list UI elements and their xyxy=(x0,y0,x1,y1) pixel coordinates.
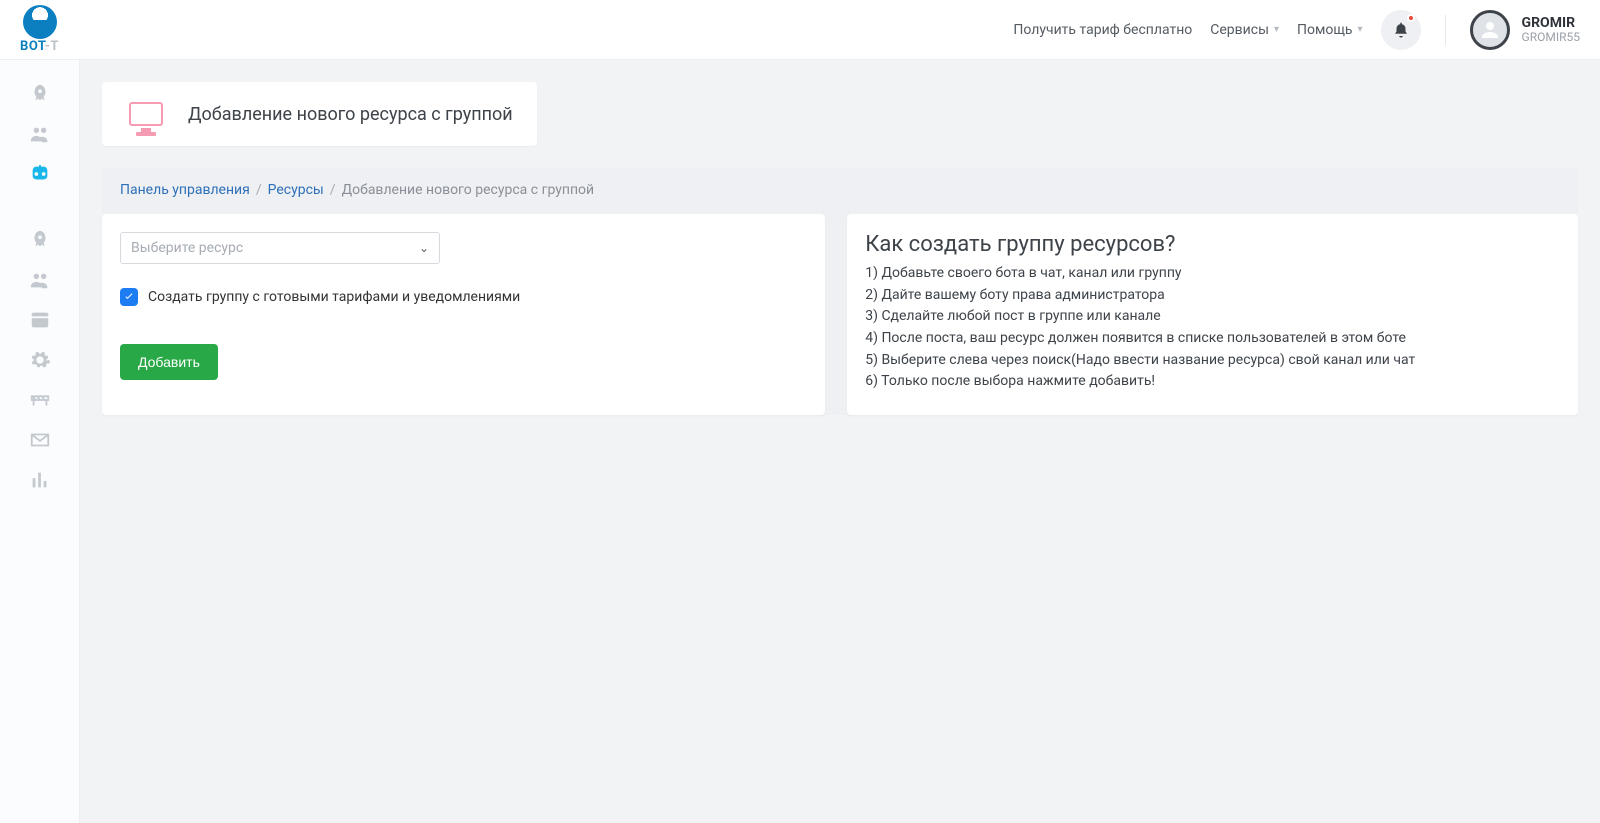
breadcrumb-sep: / xyxy=(256,182,262,198)
users-icon xyxy=(29,123,51,145)
chevron-down-icon: ⌄ xyxy=(419,241,429,255)
topbar-separator xyxy=(1445,15,1446,45)
users-icon xyxy=(29,269,51,291)
sidebar-item-barrier[interactable] xyxy=(0,380,79,420)
breadcrumb-dashboard[interactable]: Панель управления xyxy=(120,182,250,198)
help-title: Как создать группу ресурсов? xyxy=(865,232,1560,257)
mail-icon xyxy=(29,429,51,451)
topbar: Получить тариф бесплатно Сервисы ▾ Помощ… xyxy=(80,0,1600,60)
rocket-icon xyxy=(29,83,51,105)
page-title: Добавление нового ресурса с группой xyxy=(188,104,513,125)
gear-icon xyxy=(29,349,51,371)
help-step-4: 4) После поста, ваш ресурс должен появит… xyxy=(865,328,1560,350)
help-step-5: 5) Выберите слева через поиск(Надо ввест… xyxy=(865,350,1560,372)
brand-logo-text: BOT-T xyxy=(20,39,59,54)
panel-area: Панель управления / Ресурсы / Добавление… xyxy=(102,168,1578,415)
notifications-button[interactable] xyxy=(1381,10,1421,50)
sidebar-item-users-2[interactable] xyxy=(0,260,79,300)
notification-dot xyxy=(1407,14,1415,22)
bell-icon xyxy=(1392,21,1410,39)
rocket-icon xyxy=(29,229,51,251)
topbar-link-services[interactable]: Сервисы ▾ xyxy=(1210,22,1279,38)
breadcrumb: Панель управления / Ресурсы / Добавление… xyxy=(102,168,1578,214)
sidebar-item-rocket-2[interactable] xyxy=(0,220,79,260)
form-card: Выберите ресурс ⌄ Создать группу с готов… xyxy=(102,214,825,415)
create-group-checkbox-row[interactable]: Создать группу с готовыми тарифами и уве… xyxy=(120,288,807,306)
topbar-help-label: Помощь xyxy=(1297,22,1353,38)
sidebar-item-bot[interactable] xyxy=(0,154,79,194)
create-group-checkbox-label: Создать группу с готовыми тарифами и уве… xyxy=(148,289,520,305)
breadcrumb-current: Добавление нового ресурса с группой xyxy=(342,182,595,198)
chevron-down-icon: ▾ xyxy=(1358,24,1363,35)
sidebar-item-settings[interactable] xyxy=(0,340,79,380)
topbar-services-label: Сервисы xyxy=(1210,22,1269,38)
brand-logo-icon xyxy=(23,5,57,39)
user-icon xyxy=(1478,18,1502,42)
sidebar-item-card[interactable] xyxy=(0,300,79,340)
monitor-icon xyxy=(126,94,166,134)
bar-chart-icon xyxy=(29,469,51,491)
add-button[interactable]: Добавить xyxy=(120,344,218,380)
brand-logo[interactable]: BOT-T xyxy=(0,0,80,60)
sidebar-nav xyxy=(0,60,79,500)
topbar-link-help[interactable]: Помощь ▾ xyxy=(1297,22,1363,38)
create-group-checkbox[interactable] xyxy=(120,288,138,306)
breadcrumb-resources[interactable]: Ресурсы xyxy=(268,182,324,198)
barrier-icon xyxy=(29,389,51,411)
user-name: GROMIR xyxy=(1522,15,1580,31)
resource-select[interactable]: Выберите ресурс ⌄ xyxy=(120,232,440,264)
help-step-6: 6) Только после выбора нажмите добавить! xyxy=(865,371,1560,393)
user-login: GROMIR55 xyxy=(1522,31,1580,45)
bot-icon xyxy=(29,163,51,185)
help-step-2: 2) Дайте вашему боту права администратор… xyxy=(865,285,1560,307)
chevron-down-icon: ▾ xyxy=(1274,24,1279,35)
sidebar-item-mail[interactable] xyxy=(0,420,79,460)
sidebar-item-stats[interactable] xyxy=(0,460,79,500)
topbar-link-free-tariff[interactable]: Получить тариф бесплатно xyxy=(1013,22,1192,38)
resource-select-placeholder: Выберите ресурс xyxy=(131,240,243,256)
sidebar: BOT-T xyxy=(0,0,80,823)
avatar xyxy=(1470,10,1510,50)
page-title-card: Добавление нового ресурса с группой xyxy=(102,82,537,146)
help-step-3: 3) Сделайте любой пост в группе или кана… xyxy=(865,306,1560,328)
credit-card-icon xyxy=(29,309,51,331)
help-steps: 1) Добавьте своего бота в чат, канал или… xyxy=(865,263,1560,393)
sidebar-item-users[interactable] xyxy=(0,114,79,154)
help-card: Как создать группу ресурсов? 1) Добавьте… xyxy=(847,214,1578,415)
content: Добавление нового ресурса с группой Пане… xyxy=(80,60,1600,437)
breadcrumb-sep: / xyxy=(330,182,336,198)
user-menu[interactable]: GROMIR GROMIR55 xyxy=(1470,10,1580,50)
sidebar-item-rocket[interactable] xyxy=(0,74,79,114)
check-icon xyxy=(123,291,135,303)
help-step-1: 1) Добавьте своего бота в чат, канал или… xyxy=(865,263,1560,285)
